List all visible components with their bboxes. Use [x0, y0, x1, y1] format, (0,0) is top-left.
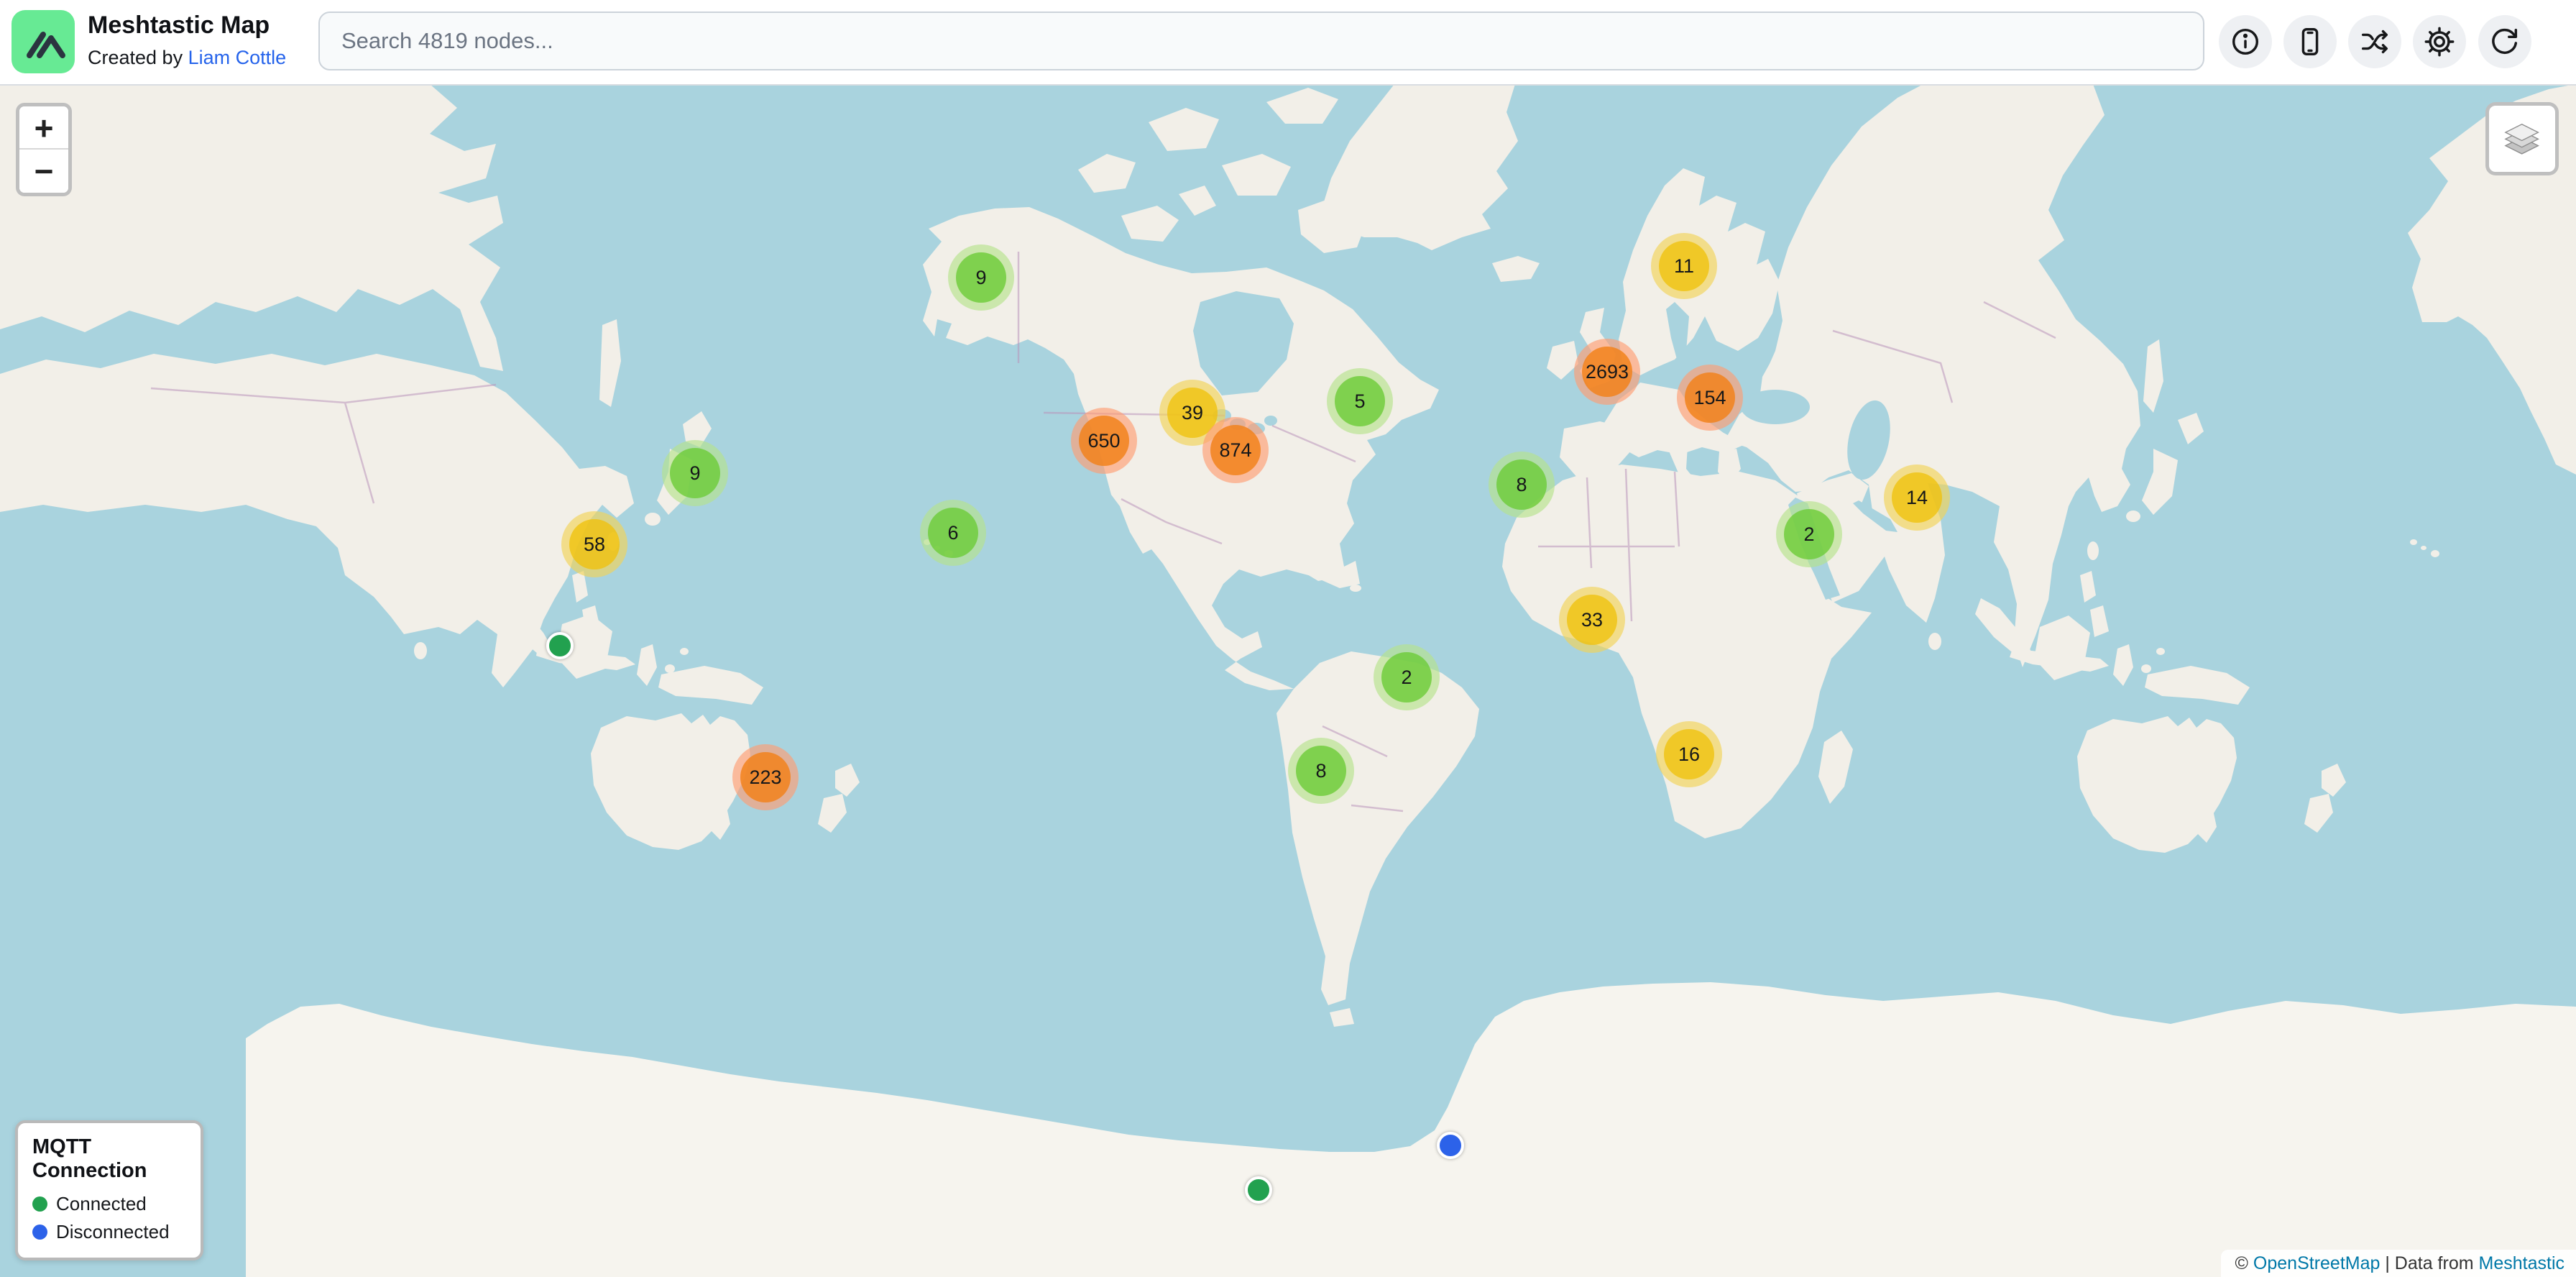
- cluster-marker[interactable]: 2: [1776, 501, 1842, 567]
- refresh-icon: [2488, 25, 2521, 58]
- cluster-marker[interactable]: 14: [1884, 464, 1950, 531]
- search-input[interactable]: [318, 12, 2204, 70]
- legend-label: Connected: [56, 1193, 147, 1215]
- meshtastic-logo-icon: [12, 10, 75, 73]
- cluster-marker[interactable]: 8: [1288, 738, 1354, 804]
- connected-dot-icon: [32, 1196, 47, 1212]
- cluster-marker[interactable]: 9: [948, 244, 1014, 311]
- zoom-out-button[interactable]: −: [19, 150, 68, 193]
- cluster-marker[interactable]: 6: [920, 500, 986, 566]
- byline-prefix: Created by: [88, 47, 188, 68]
- attribution-separator: | Data from: [2380, 1253, 2478, 1274]
- layers-icon: [2498, 115, 2546, 163]
- meshtastic-link[interactable]: Meshtastic: [2479, 1253, 2564, 1274]
- cluster-marker[interactable]: 874: [1202, 417, 1269, 483]
- page-title: Meshtastic Map: [88, 7, 286, 43]
- cluster-marker[interactable]: 58: [561, 511, 627, 577]
- node-marker[interactable]: [1437, 1132, 1464, 1159]
- layers-button[interactable]: [2485, 102, 2559, 175]
- mqtt-legend-panel: MQTT Connection Connected Disconnected: [15, 1120, 203, 1260]
- cluster-marker[interactable]: 2: [1374, 644, 1440, 710]
- refresh-button[interactable]: [2478, 15, 2531, 68]
- settings-button[interactable]: [2413, 15, 2466, 68]
- world-map: [0, 0, 2576, 1277]
- node-marker[interactable]: [1245, 1176, 1272, 1204]
- shuffle-icon: [2358, 25, 2391, 58]
- legend-label: Disconnected: [56, 1221, 170, 1243]
- zoom-control: + −: [16, 103, 72, 196]
- cluster-marker[interactable]: 2693: [1574, 339, 1640, 405]
- legend-row-connected: Connected: [32, 1193, 186, 1215]
- legend-title: MQTT Connection: [32, 1135, 186, 1183]
- copyright-text: ©: [2235, 1253, 2253, 1274]
- cluster-marker[interactable]: 8: [1489, 452, 1555, 518]
- cluster-marker[interactable]: 5: [1327, 368, 1393, 434]
- info-icon: [2229, 25, 2262, 58]
- cluster-marker[interactable]: 33: [1559, 587, 1625, 653]
- byline: Created by Liam Cottle: [88, 43, 286, 72]
- cluster-marker[interactable]: 154: [1677, 365, 1743, 431]
- node-marker[interactable]: [546, 632, 574, 659]
- cluster-marker[interactable]: 11: [1651, 233, 1717, 299]
- cluster-marker[interactable]: 16: [1656, 721, 1722, 787]
- title-block: Meshtastic Map Created by Liam Cottle: [88, 7, 286, 72]
- cluster-marker[interactable]: 223: [732, 744, 799, 810]
- info-button[interactable]: [2219, 15, 2272, 68]
- meshtastic-map-app: 911269315439650874581429586332168223 + −…: [0, 0, 2576, 1277]
- smartphone-icon: [2294, 25, 2327, 58]
- cluster-marker[interactable]: 650: [1071, 408, 1137, 474]
- attribution-bar: © OpenStreetMap | Data from Meshtastic: [2221, 1250, 2576, 1277]
- legend-row-disconnected: Disconnected: [32, 1221, 186, 1243]
- map-canvas[interactable]: 911269315439650874581429586332168223 + −…: [0, 84, 2576, 1277]
- cluster-marker[interactable]: 9: [662, 440, 728, 506]
- disconnected-dot-icon: [32, 1225, 47, 1240]
- gear-icon: [2423, 25, 2456, 58]
- device-button[interactable]: [2283, 15, 2337, 68]
- zoom-in-button[interactable]: +: [19, 106, 68, 150]
- osm-link[interactable]: OpenStreetMap: [2253, 1253, 2380, 1274]
- shuffle-button[interactable]: [2348, 15, 2401, 68]
- author-link[interactable]: Liam Cottle: [188, 47, 287, 68]
- header-bar: Meshtastic Map Created by Liam Cottle: [0, 0, 2576, 86]
